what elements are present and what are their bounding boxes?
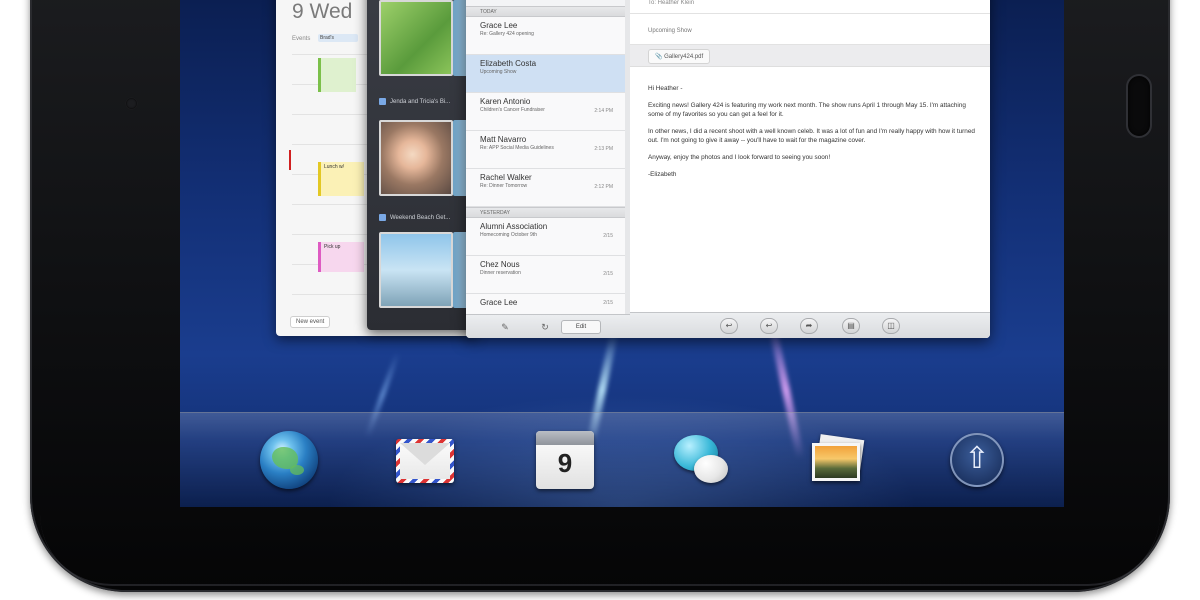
photos-card[interactable]: Jenda and Tricia's Bi... Weekend Beach G…: [367, 0, 477, 330]
inbox-time: 2:14 PM: [594, 108, 613, 114]
paperclip-icon: 📎: [655, 54, 665, 60]
inbox-item[interactable]: Chez Nous Dinner reservation 2/15: [466, 256, 629, 294]
inbox-subject: Re: Gallery 424 opening: [480, 31, 534, 37]
calendar-date-heading: 9 Wed: [292, 0, 353, 23]
app-dock: 9 ⇧: [180, 412, 1064, 507]
photo-thumbnail[interactable]: [379, 232, 453, 308]
inbox-item[interactable]: Grace Lee 2/15: [466, 294, 629, 316]
calendar-hour-line: [292, 204, 368, 205]
inbox-section-yesterday: YESTERDAY: [466, 207, 629, 218]
inbox-sender: Matt Navarro: [480, 135, 527, 144]
edit-button[interactable]: Edit: [561, 320, 601, 334]
inbox-item[interactable]: Karen Antonio Children's Cancer Fundrais…: [466, 93, 629, 131]
tablet-device: 9 Wed Events Brad's Lunch w/ Pick up New…: [30, 0, 1170, 592]
camera-icon: [126, 98, 137, 109]
calendar-icon[interactable]: 9: [536, 431, 594, 489]
inbox-item[interactable]: Alumni Association Homecoming October 9t…: [466, 218, 629, 256]
calendar-event[interactable]: Lunch w/: [318, 162, 364, 196]
message-paragraph: In other news, I did a recent shoot with…: [648, 128, 975, 144]
inbox-time: 2:12 PM: [594, 184, 613, 190]
inbox-item-selected[interactable]: Elizabeth Costa Upcoming Show: [466, 55, 629, 93]
refresh-icon[interactable]: ↻: [538, 320, 552, 334]
inbox-subject: Re: APP Social Media Guidelines: [480, 145, 554, 151]
album-label[interactable]: Jenda and Tricia's Bi...: [379, 98, 450, 105]
photo-thumbnail[interactable]: [379, 120, 453, 196]
launcher-icon[interactable]: ⇧: [950, 433, 1004, 487]
message-to-row: To: Heather Klein: [630, 0, 990, 14]
calendar-hour-line: [292, 144, 368, 145]
inbox-time: 2/15: [603, 233, 613, 239]
move-folder-icon[interactable]: ▤: [842, 318, 860, 334]
compose-icon[interactable]: ✎: [498, 320, 512, 334]
inbox-time: 2:13 PM: [594, 146, 613, 152]
inbox-sender: Chez Nous: [480, 260, 520, 269]
messaging-icon[interactable]: [672, 431, 730, 489]
globe-icon[interactable]: [260, 431, 318, 489]
reply-icon[interactable]: ↩: [720, 318, 738, 334]
inbox-time: 2/15: [603, 271, 613, 277]
album-icon: [379, 98, 386, 105]
inbox-toolbar: ✎ ↻ Edit: [466, 314, 630, 338]
reply-all-icon[interactable]: ↩: [760, 318, 778, 334]
inbox-subject: Dinner reservation: [480, 270, 521, 276]
calendar-event[interactable]: [318, 58, 356, 92]
calendar-hour-line: [292, 114, 368, 115]
calendar-allday-event[interactable]: Brad's: [318, 34, 358, 42]
message-body: Hi Heather - Exciting news! Gallery 424 …: [648, 84, 978, 187]
inbox-sender: Rachel Walker: [480, 173, 532, 182]
message-paragraph: Hi Heather -: [648, 85, 683, 92]
calendar-event[interactable]: Pick up: [318, 242, 364, 272]
chat-bubble: [694, 455, 728, 483]
calendar-hour-line: [292, 294, 368, 295]
inbox-sender: Grace Lee: [480, 298, 518, 307]
device-screen: 9 Wed Events Brad's Lunch w/ Pick up New…: [180, 0, 1064, 507]
album-title: Weekend Beach Get...: [390, 215, 451, 222]
inbox-sender: Alumni Association: [480, 222, 548, 231]
inbox-section-today: TODAY: [466, 6, 629, 17]
message-recipient[interactable]: Heather Klein: [658, 0, 694, 6]
message-paragraph: -Elizabeth: [648, 171, 677, 178]
album-icon: [379, 214, 386, 221]
trash-icon[interactable]: ◫: [882, 318, 900, 334]
photo-stack-front: [812, 443, 860, 481]
sunset-image: [815, 446, 857, 478]
inbox-sender: Karen Antonio: [480, 97, 531, 106]
calendar-hour-line: [292, 234, 368, 235]
forward-icon[interactable]: ➦: [800, 318, 818, 334]
calendar-events-label: Events: [292, 36, 311, 42]
message-pane: To: Heather Klein Upcoming Show 📎 Galler…: [630, 0, 990, 338]
message-paragraph: Anyway, enjoy the photos and I look forw…: [648, 154, 831, 161]
album-title: Jenda and Tricia's Bi...: [390, 99, 451, 106]
inbox-subject: Homecoming October 9th: [480, 232, 537, 238]
new-event-button[interactable]: New event: [290, 316, 331, 328]
to-label: To:: [648, 0, 658, 6]
message-paragraph: Exciting news! Gallery 424 is featuring …: [648, 102, 966, 118]
album-label[interactable]: Weekend Beach Get...: [379, 214, 450, 221]
current-time-marker: [289, 150, 291, 170]
calendar-icon-day: 9: [557, 448, 573, 478]
attachment-name: Gallery424.pdf: [664, 54, 704, 60]
inbox-sender: Elizabeth Costa: [480, 59, 537, 68]
inbox-item[interactable]: Matt Navarro Re: APP Social Media Guidel…: [466, 131, 629, 169]
photo-thumbnail[interactable]: [379, 0, 453, 76]
inbox-subject: Children's Cancer Fundraiser: [480, 107, 545, 113]
inbox-subject: Re: Dinner Tomorrow: [480, 183, 528, 189]
attachment-row: 📎 Gallery424.pdf: [630, 45, 990, 67]
message-subject-row: Upcoming Show: [630, 14, 990, 45]
inbox-spacer: [466, 0, 629, 6]
inbox-item[interactable]: Rachel Walker Re: Dinner Tomorrow 2:12 P…: [466, 169, 629, 207]
email-card[interactable]: TODAY Grace Lee Re: Gallery 424 opening …: [466, 0, 990, 338]
inbox-sender: Grace Lee: [480, 21, 518, 30]
mail-icon[interactable]: [396, 439, 454, 483]
inbox-list: TODAY Grace Lee Re: Gallery 424 opening …: [466, 0, 630, 338]
calendar-icon-binding: [536, 431, 594, 445]
inbox-item[interactable]: Grace Lee Re: Gallery 424 opening: [466, 17, 629, 55]
message-toolbar: ↩ ↩ ➦ ▤ ◫: [630, 312, 990, 338]
inbox-time: 2/15: [603, 300, 613, 306]
photos-icon[interactable]: [808, 431, 866, 489]
home-button[interactable]: [1126, 74, 1152, 138]
calendar-hour-line: [292, 54, 368, 55]
inbox-subject: Upcoming Show: [480, 69, 517, 75]
attachment-chip[interactable]: 📎 Gallery424.pdf: [648, 49, 711, 64]
